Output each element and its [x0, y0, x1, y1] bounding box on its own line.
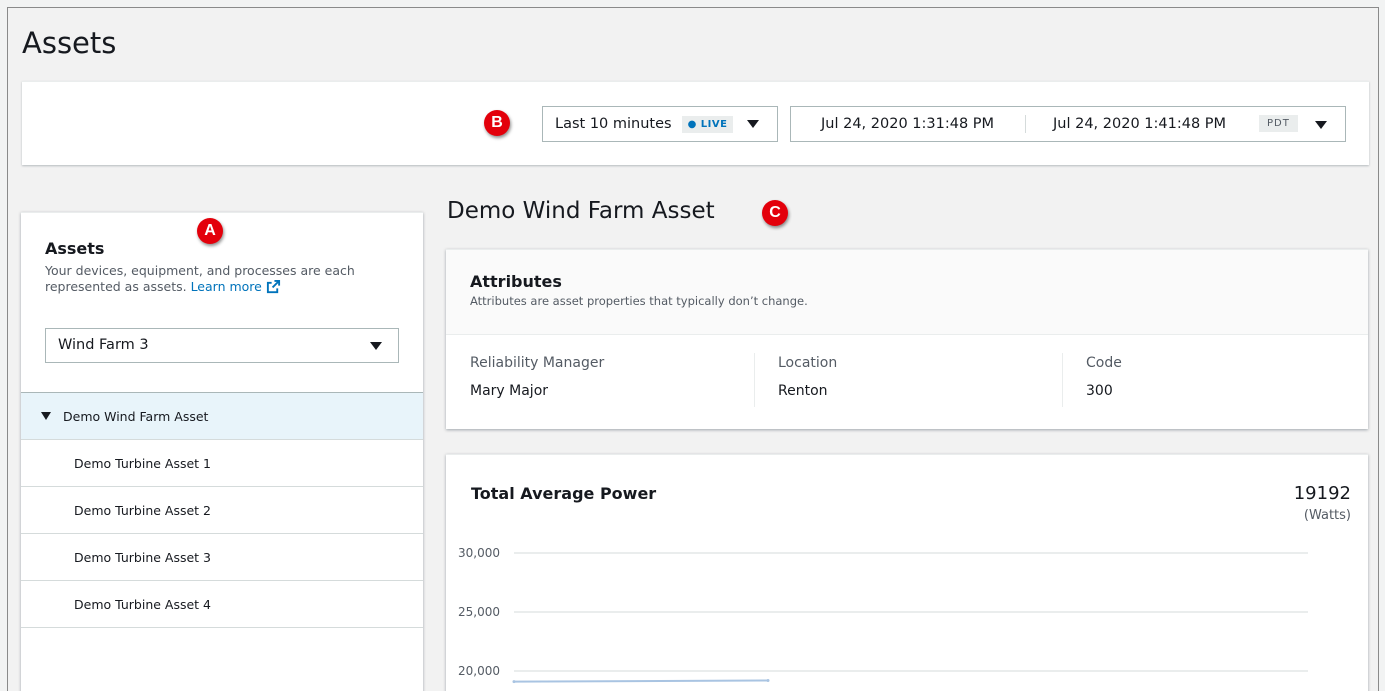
timezone-badge: PDT: [1259, 115, 1298, 132]
y-tick-label: 30,000: [458, 546, 500, 560]
tree-item[interactable]: Demo Turbine Asset 2: [21, 487, 423, 534]
tree-item-label: Demo Turbine Asset 3: [74, 549, 211, 565]
relative-time-label: Last 10 minutes: [555, 116, 672, 132]
attribute-item: Code 300: [1086, 355, 1122, 399]
attribute-key: Code: [1086, 355, 1122, 371]
range-start: Jul 24, 2020 1:31:48 PM: [821, 116, 995, 132]
asset-title: Demo Wind Farm Asset: [447, 198, 715, 224]
absolute-range-select[interactable]: Jul 24, 2020 1:31:48 PM Jul 24, 2020 1:4…: [790, 106, 1346, 142]
relative-time-select[interactable]: Last 10 minutes ● LIVE: [542, 106, 778, 142]
asset-model-select-value: Wind Farm 3: [58, 337, 149, 353]
column-divider: [1062, 353, 1063, 407]
data-point: [766, 679, 770, 683]
data-point: [512, 680, 516, 684]
tree-item[interactable]: Demo Turbine Asset 3: [21, 534, 423, 581]
asset-model-select[interactable]: Wind Farm 3: [45, 328, 399, 363]
series-line: [513, 679, 769, 683]
attribute-value: Mary Major: [470, 383, 549, 399]
app-frame: Assets Last 10 minutes ● LIVE Jul 24, 20…: [7, 7, 1379, 691]
tree-item-label: Demo Turbine Asset 2: [74, 502, 211, 518]
learn-more-link[interactable]: Learn more: [191, 279, 262, 294]
attribute-value: Renton: [778, 383, 828, 399]
attributes-title: Attributes: [470, 272, 562, 291]
callout-marker-b: B: [484, 110, 510, 136]
range-end: Jul 24, 2020 1:41:48 PM: [1053, 116, 1227, 132]
panel-title: Assets: [45, 239, 105, 258]
tree-item-root[interactable]: Demo Wind Farm Asset: [21, 393, 423, 440]
tree-item-label: Demo Turbine Asset 4: [74, 596, 211, 612]
callout-marker-a: A: [197, 218, 223, 244]
tree-item-label: Demo Turbine Asset 1: [74, 455, 211, 471]
total-average-power-card: Total Average Power 19192 (Watts) 30,000…: [446, 454, 1368, 691]
attributes-card: Attributes Attributes are asset properti…: [446, 249, 1368, 429]
y-tick-label: 25,000: [458, 605, 500, 619]
page-title: Assets: [22, 26, 117, 60]
attributes-subtitle: Attributes are asset properties that typ…: [470, 294, 808, 308]
tree-item[interactable]: Demo Turbine Asset 1: [21, 440, 423, 487]
expand-caret-icon[interactable]: [41, 412, 51, 420]
chevron-down-icon: [747, 120, 760, 128]
attribute-item: Location Renton: [778, 355, 837, 399]
attribute-item: Reliability Manager Mary Major: [470, 355, 604, 399]
live-badge: ● LIVE: [681, 115, 734, 133]
range-divider: [1025, 115, 1026, 133]
live-badge-label: LIVE: [700, 118, 728, 130]
column-divider: [754, 353, 755, 407]
y-tick-label: 20,000: [458, 664, 500, 678]
tree-item-label: Demo Wind Farm Asset: [63, 408, 209, 424]
power-line-chart: 30,000 25,000 20,000: [458, 546, 1308, 684]
attributes-list: Reliability Manager Mary Major Location …: [446, 335, 1368, 430]
panel-description: Your devices, equipment, and processes a…: [45, 263, 385, 295]
chevron-down-icon: [1315, 121, 1327, 129]
attributes-header: Attributes Attributes are asset properti…: [446, 250, 1368, 335]
chevron-down-icon: [370, 342, 382, 350]
asset-browser-panel: Assets Your devices, equipment, and proc…: [21, 212, 423, 691]
time-range-bar: Last 10 minutes ● LIVE Jul 24, 2020 1:31…: [22, 81, 1369, 165]
asset-tree: Demo Wind Farm Asset Demo Turbine Asset …: [21, 392, 423, 628]
attribute-key: Reliability Manager: [470, 355, 605, 371]
attribute-key: Location: [778, 355, 838, 371]
external-link-icon[interactable]: [266, 279, 281, 294]
tree-item[interactable]: Demo Turbine Asset 4: [21, 581, 423, 628]
attribute-value: 300: [1086, 383, 1113, 399]
callout-marker-c: C: [762, 200, 788, 226]
